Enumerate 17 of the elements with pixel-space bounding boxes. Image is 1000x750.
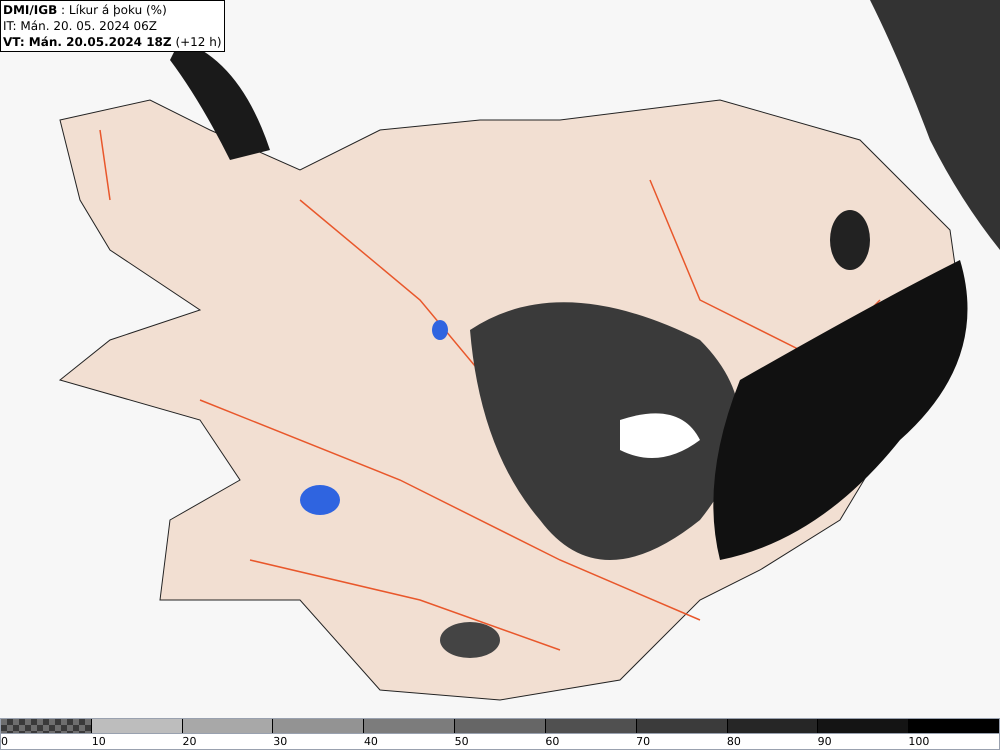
legend-label: 80	[726, 735, 741, 748]
legend-label: 0	[1, 735, 8, 748]
map-title: Líkur á þoku (%)	[68, 3, 167, 17]
valid-time: VT: Mán. 20.05.2024 18Z	[3, 35, 172, 49]
issue-time: IT: Mán. 20. 05. 2024 06Z	[3, 18, 158, 34]
lead-time: (+12 h)	[175, 35, 222, 49]
legend-label: 10	[92, 735, 106, 748]
source-label: DMI/IGB	[3, 3, 58, 17]
legend-label: 90	[818, 735, 832, 748]
legend-label: 30	[273, 735, 288, 748]
separator: :	[61, 3, 66, 17]
legend-label: 50	[454, 735, 469, 748]
legend-label: 100	[908, 735, 930, 748]
legend-label: 70	[636, 735, 650, 748]
legend-label: 60	[545, 735, 560, 748]
legend-label: 20	[182, 735, 196, 748]
legend-label: 40	[364, 735, 378, 748]
